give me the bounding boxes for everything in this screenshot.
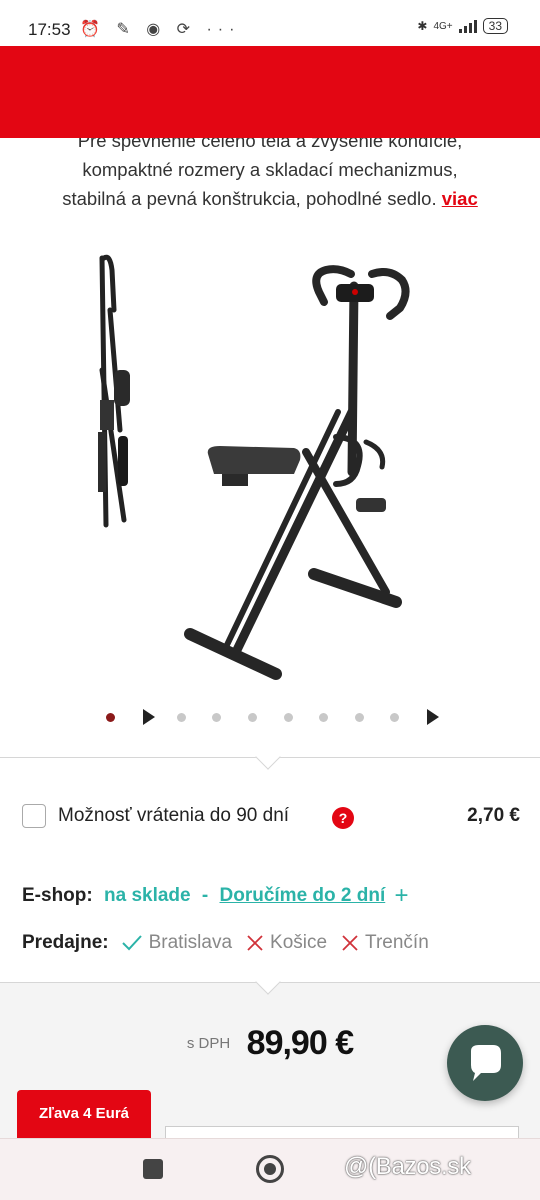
status-bar: 17:53 ⏰ ✎ ◉ ⟳ ··· ✱ 4G+ 33: [0, 0, 540, 46]
discount-badge: Zľava 4 Eurá: [17, 1090, 151, 1138]
signal-icon: [458, 19, 477, 33]
network-label: 4G+: [433, 20, 453, 32]
gallery-dot[interactable]: [106, 713, 115, 722]
description-line: kompaktné rozmery a skladací mechanizmus…: [82, 159, 458, 180]
vat-label: s DPH: [186, 1035, 231, 1052]
bluetooth-icon: ✱: [417, 19, 428, 33]
return-option-price: 2,70 €: [467, 805, 520, 826]
store-bratislava: Bratislava: [121, 932, 232, 954]
return-option-checkbox[interactable]: [22, 804, 46, 828]
description-line: stabilná a pevná konštrukcia, pohodlné s…: [62, 188, 478, 209]
gallery-dot[interactable]: [284, 713, 293, 722]
gallery-dot[interactable]: [355, 713, 364, 722]
gallery-dot[interactable]: [390, 713, 399, 722]
gallery-dot[interactable]: [248, 713, 257, 722]
notification-icons: ⏰ ✎ ◉ ⟳ ···: [80, 21, 241, 38]
status-time: 17:53: [28, 20, 71, 39]
squat-machine-image: [184, 265, 410, 680]
divider-notch: [255, 744, 281, 770]
delivery-link[interactable]: Doručíme do 2 dní: [220, 885, 386, 906]
eshop-availability: E-shop: na sklade - Doručíme do 2 dní +: [22, 882, 409, 910]
battery-icon: 33: [482, 18, 508, 34]
home-button[interactable]: [256, 1155, 284, 1183]
help-icon[interactable]: ?: [332, 807, 354, 829]
store-name: Bratislava: [148, 932, 233, 953]
store-trencin: Trenčín: [341, 932, 429, 954]
product-price: 89,90 €: [246, 1024, 354, 1062]
recent-apps-button[interactable]: [143, 1159, 163, 1179]
cross-icon: [247, 935, 263, 951]
gallery-pagination: [0, 708, 540, 728]
store-name: Košice: [270, 932, 328, 953]
return-option-row: Možnosť vrátenia do 90 dní ? 2,70 €: [22, 804, 520, 830]
header-overlay: [0, 46, 540, 138]
gallery-dot[interactable]: [212, 713, 221, 722]
system-nav-bar: @(Bazos.sk: [0, 1138, 540, 1200]
folded-machine-image: [98, 254, 130, 528]
more-link[interactable]: viac: [442, 188, 478, 209]
eshop-label: E-shop:: [22, 885, 93, 906]
cross-icon: [342, 935, 358, 951]
gallery-dot[interactable]: [319, 713, 328, 722]
check-icon: [121, 935, 142, 951]
video-play-icon[interactable]: [143, 709, 155, 725]
chat-button[interactable]: [447, 1025, 523, 1101]
store-kosice: Košice: [246, 932, 327, 954]
watermark: @(Bazos.sk: [344, 1153, 471, 1180]
video-play-icon[interactable]: [427, 709, 439, 725]
return-option-label[interactable]: Možnosť vrátenia do 90 dní: [58, 805, 289, 827]
product-description: Pre spevnenie celého tela a zvýšenie kon…: [0, 126, 540, 213]
store-availability: Predajne: Bratislava Košice Trenčín: [22, 932, 443, 954]
gallery-dot[interactable]: [177, 713, 186, 722]
chat-bubble-icon: [471, 1045, 501, 1081]
expand-plus-icon[interactable]: +: [395, 882, 409, 909]
stock-status: na sklade: [104, 885, 191, 906]
separator: -: [201, 885, 209, 906]
status-right: ✱ 4G+ 33: [417, 18, 508, 34]
quantity-box[interactable]: [165, 1126, 519, 1138]
stores-label: Predajne:: [22, 932, 109, 953]
store-name: Trenčín: [365, 932, 429, 953]
